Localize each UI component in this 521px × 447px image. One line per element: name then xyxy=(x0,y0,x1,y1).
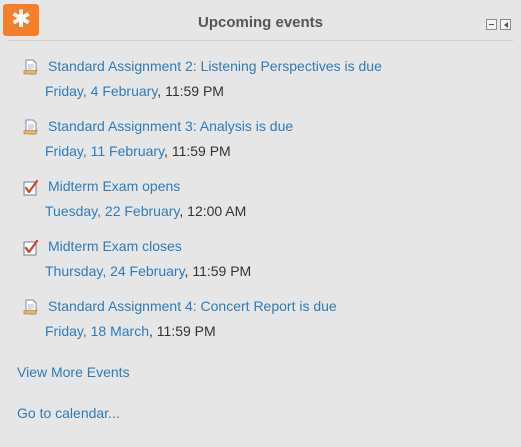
event-time: 11:59 PM xyxy=(171,143,231,159)
event-item: Midterm Exam opens Tuesday, 22 February,… xyxy=(0,175,521,235)
block-header: ✱ Upcoming events xyxy=(0,0,521,42)
event-date: Friday, 4 February, 11:59 PM xyxy=(45,83,224,99)
event-day-link[interactable]: Friday, 4 February xyxy=(45,83,157,99)
quiz-icon xyxy=(23,239,39,256)
event-day-link[interactable]: Friday, 11 February xyxy=(45,143,164,159)
event-link[interactable]: Midterm Exam closes xyxy=(48,238,182,254)
event-link[interactable]: Standard Assignment 4: Concert Report is… xyxy=(48,298,337,314)
event-time: 11:59 PM xyxy=(192,263,252,279)
upcoming-events-block: ✱ Upcoming events Standard Assignment 2:… xyxy=(0,0,521,447)
event-date: Friday, 11 February, 11:59 PM xyxy=(45,143,231,159)
event-day-link[interactable]: Thursday, 24 February xyxy=(45,263,185,279)
view-more-events-link[interactable]: View More Events xyxy=(17,364,130,380)
hide-block-icon[interactable] xyxy=(486,19,497,30)
event-day-link[interactable]: Tuesday, 22 February xyxy=(45,203,179,219)
header-divider xyxy=(8,40,513,41)
event-item: Standard Assignment 4: Concert Report is… xyxy=(0,295,521,355)
event-item: Standard Assignment 2: Listening Perspec… xyxy=(0,55,521,115)
assignment-icon xyxy=(23,59,38,75)
event-date: Thursday, 24 February, 11:59 PM xyxy=(45,263,252,279)
go-to-calendar-link[interactable]: Go to calendar... xyxy=(17,405,120,421)
dock-block-icon[interactable] xyxy=(500,19,511,30)
event-time: 11:59 PM xyxy=(165,83,224,99)
event-time: 12:00 AM xyxy=(187,203,247,219)
quiz-icon xyxy=(23,179,39,196)
event-date: Tuesday, 22 February, 12:00 AM xyxy=(45,203,247,219)
block-title: Upcoming events xyxy=(197,14,324,31)
event-item: Standard Assignment 3: Analysis is due F… xyxy=(0,115,521,175)
event-link[interactable]: Standard Assignment 3: Analysis is due xyxy=(48,118,293,134)
events-list: Standard Assignment 2: Listening Perspec… xyxy=(0,55,521,355)
event-time: 11:59 PM xyxy=(156,323,216,339)
assignment-icon xyxy=(23,119,38,135)
event-item: Midterm Exam closes Thursday, 24 Februar… xyxy=(0,235,521,295)
event-link[interactable]: Midterm Exam opens xyxy=(48,178,180,194)
event-date: Friday, 18 March, 11:59 PM xyxy=(45,323,216,339)
event-day-link[interactable]: Friday, 18 March xyxy=(45,323,149,339)
block-controls xyxy=(486,19,511,30)
assignment-icon xyxy=(23,299,38,315)
event-link[interactable]: Standard Assignment 2: Listening Perspec… xyxy=(48,58,382,74)
